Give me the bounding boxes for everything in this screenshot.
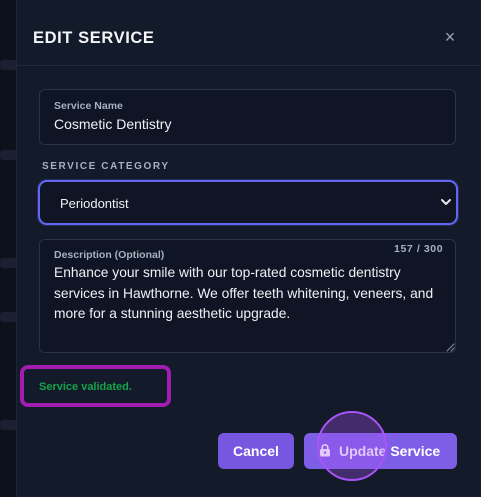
modal-header: EDIT SERVICE × (17, 0, 481, 66)
description-textarea[interactable]: Enhance your smile with our top-rated co… (54, 263, 449, 347)
service-name-label: Service Name (54, 100, 123, 112)
service-category-label: SERVICE CATEGORY (42, 161, 170, 172)
modal-title: EDIT SERVICE (33, 29, 155, 47)
update-service-label: Update Service (339, 443, 441, 459)
service-name-field[interactable]: Service Name (39, 89, 456, 145)
cancel-button[interactable]: Cancel (218, 433, 294, 469)
service-category-select[interactable]: Periodontist (38, 180, 458, 225)
description-label: Description (Optional) (54, 249, 165, 261)
edit-service-modal: EDIT SERVICE × Service Name SERVICE CATE… (16, 0, 481, 497)
validation-status-message: Service validated. (39, 381, 132, 393)
description-char-counter: 157 / 300 (394, 243, 444, 255)
resize-handle-icon[interactable] (445, 342, 455, 352)
close-icon[interactable]: × (441, 28, 459, 46)
service-name-input[interactable] (54, 116, 444, 132)
selected-category: Periodontist (60, 196, 129, 211)
description-field[interactable]: Description (Optional) Enhance your smil… (39, 239, 456, 353)
lock-icon (320, 444, 330, 457)
update-service-button[interactable]: Update Service (304, 433, 457, 469)
chevron-down-icon (441, 199, 451, 205)
